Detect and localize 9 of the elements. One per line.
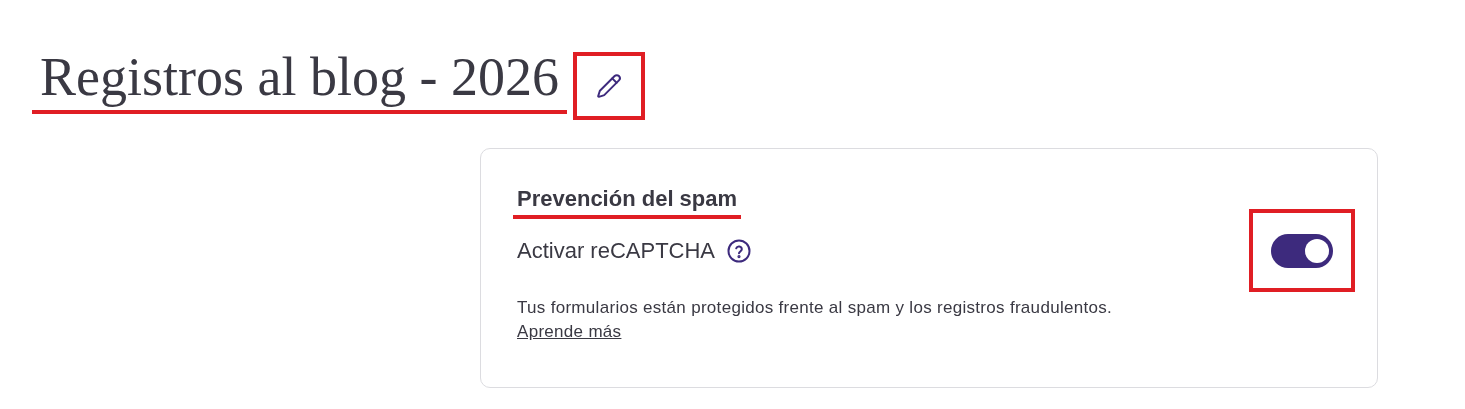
section-heading: Prevención del spam — [513, 185, 742, 219]
edit-button[interactable] — [572, 52, 645, 120]
page-title: Registros al blog - 2026 — [32, 46, 567, 114]
toggle-switch[interactable] — [1271, 233, 1333, 268]
learn-more-link[interactable]: Aprende más — [517, 320, 622, 344]
help-icon[interactable] — [727, 238, 752, 263]
pencil-icon — [595, 73, 622, 99]
setting-label: Activar reCAPTCHA — [517, 237, 716, 265]
description-text: Tus formularios están protegidos frente al spam y los registros fraudulentos. — [516, 297, 1114, 319]
